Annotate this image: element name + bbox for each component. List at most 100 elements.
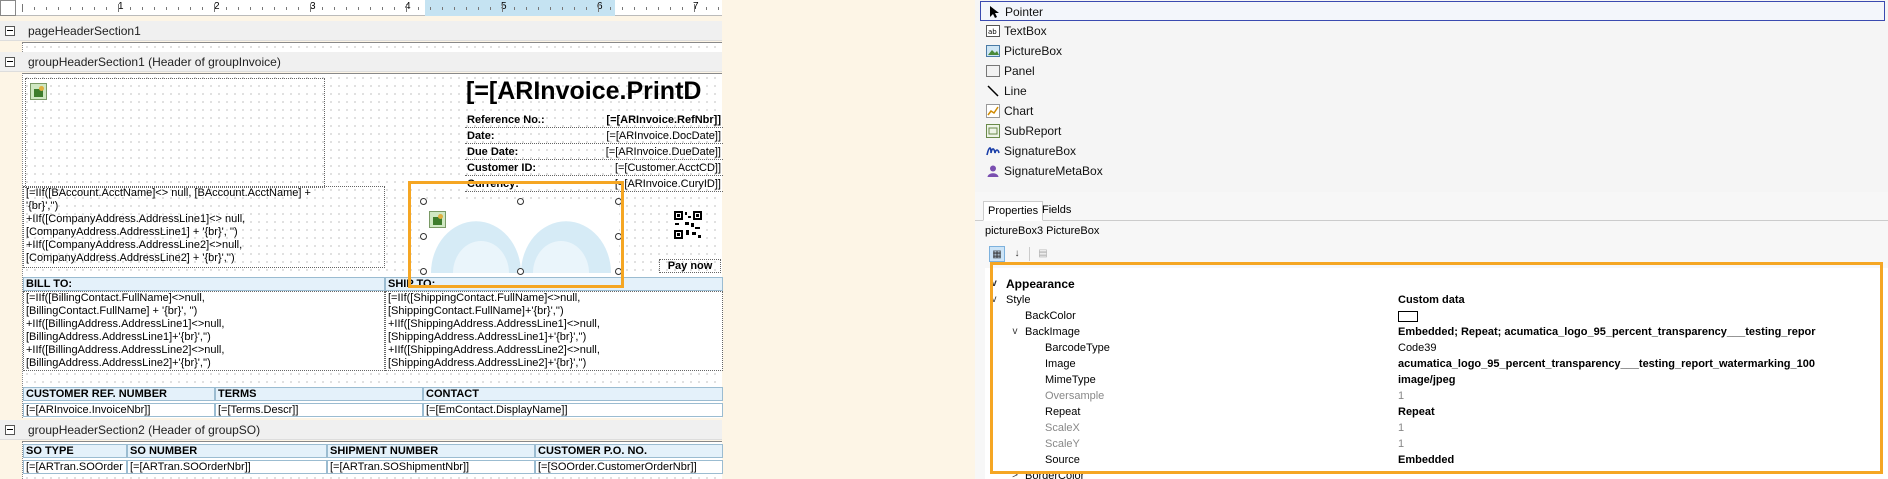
tool-label: Pointer	[1005, 5, 1044, 19]
collapse-chevron-icon[interactable]: v	[989, 276, 999, 292]
categorized-icon[interactable]: ▦	[989, 246, 1005, 262]
sort-alphabetical-icon[interactable]: ↓	[1009, 246, 1025, 262]
tab-properties[interactable]: Properties	[983, 201, 1044, 221]
info-value: [=[ARInvoice.DocDate]]	[606, 130, 721, 142]
resize-handle[interactable]	[420, 198, 427, 205]
property-row-source[interactable]: Source Embedded	[985, 452, 1888, 468]
ship-to-line: [=IIf([ShippingContact.FullName]<>null,	[388, 292, 581, 304]
property-row-barcodetype[interactable]: BarcodeType Code39	[985, 340, 1888, 356]
property-row-scaley[interactable]: ScaleY 1	[985, 436, 1888, 452]
info-row[interactable]: Date: [=[ARInvoice.DocDate]]	[465, 128, 723, 144]
pay-now-button[interactable]: Pay now	[659, 259, 721, 273]
tool-panel[interactable]: Panel	[980, 61, 1885, 81]
invoice-header-band[interactable]: [=[ARInvoice.PrintD Reference No.: [=[AR…	[22, 73, 723, 418]
property-row-backcolor[interactable]: BackColor	[985, 308, 1888, 324]
collapse-icon[interactable]	[5, 425, 15, 435]
ref-value-contact[interactable]: [=[EmContact.DisplayName]]	[423, 403, 723, 417]
collapse-chevron-icon[interactable]: v	[989, 292, 999, 308]
property-pages-icon[interactable]: ▤	[1035, 246, 1051, 262]
tool-signaturebox[interactable]: SignatureBox	[980, 141, 1885, 161]
page-header-band[interactable]	[22, 42, 722, 52]
property-value[interactable]: 1	[1398, 436, 1888, 452]
ruler-tick	[106, 7, 107, 10]
ruler-tick	[382, 7, 383, 10]
property-value[interactable]: Code39	[1398, 340, 1888, 356]
selected-object-label[interactable]: pictureBox3 PictureBox	[985, 225, 1099, 237]
so-value-po[interactable]: [=[SOOrder.CustomerOrderNbr]]	[535, 460, 723, 474]
resize-handle[interactable]	[420, 268, 427, 275]
line-icon	[987, 85, 999, 97]
resize-handle[interactable]	[517, 198, 524, 205]
resize-handle[interactable]	[615, 198, 622, 205]
company-address-field[interactable]: [=IIf([BAccount.AcctName]<> null, [BAcco…	[23, 186, 385, 268]
so-value-number[interactable]: [=[ARTran.SOOrderNbr]]	[127, 460, 327, 474]
tool-pointer[interactable]: Pointer	[980, 1, 1885, 21]
bill-to-line: +IIf([BillingAddress.AddressLine1]<>null…	[26, 318, 225, 330]
tool-signaturemetabox[interactable]: SignatureMetaBox	[980, 161, 1885, 181]
property-row-style[interactable]: v Style Custom data	[985, 292, 1888, 308]
section-header-invoice-group[interactable]: groupHeaderSection1 (Header of groupInvo…	[0, 52, 722, 72]
tool-line[interactable]: Line	[980, 81, 1885, 101]
picture-icon	[30, 83, 47, 100]
watermark-image	[431, 221, 611, 273]
property-value[interactable]: Embedded	[1398, 452, 1888, 468]
property-category-appearance[interactable]: v Appearance	[985, 276, 1888, 292]
property-value[interactable]: Embedded; Repeat; acumatica_logo_95_perc…	[1398, 324, 1888, 340]
info-label: Date:	[467, 130, 495, 142]
ref-value-terms[interactable]: [=[Terms.Descr]]	[215, 403, 423, 417]
tool-chart[interactable]: Chart	[980, 101, 1885, 121]
property-row-scalex[interactable]: ScaleX 1	[985, 420, 1888, 436]
collapse-icon[interactable]	[5, 57, 15, 67]
property-row-image[interactable]: Image acumatica_logo_95_percent_transpar…	[985, 356, 1888, 372]
property-row-mimetype[interactable]: MimeType image/jpeg	[985, 372, 1888, 388]
so-value-shipment[interactable]: [=[ARTran.SOShipmentNbr]]	[327, 460, 535, 474]
section-header-page[interactable]: pageHeaderSection1	[0, 21, 722, 41]
expand-chevron-icon[interactable]: >	[1010, 468, 1020, 479]
tool-subreport[interactable]: SubReport	[980, 121, 1885, 141]
property-value[interactable]: Repeat	[1398, 404, 1888, 420]
ref-value-customer-ref[interactable]: [=[ARInvoice.InvoiceNbr]]	[23, 403, 215, 417]
qr-code-icon[interactable]	[673, 210, 703, 240]
resize-handle[interactable]	[517, 268, 524, 275]
property-row-backimage[interactable]: v BackImage Embedded; Repeat; acumatica_…	[985, 324, 1888, 340]
bill-to-line: [BillingAddress.AddressLine2]+'{br}','')	[26, 357, 211, 369]
ruler-tick	[718, 7, 719, 10]
address-line: +IIf([CompanyAddress.AddressLine1]<> nul…	[26, 213, 246, 225]
tab-fields[interactable]: Fields	[1038, 201, 1075, 221]
info-row[interactable]: Currency: [=[ARInvoice.CuryID]]	[465, 176, 723, 192]
property-row-oversample[interactable]: Oversample 1	[985, 388, 1888, 404]
resize-handle[interactable]	[615, 233, 622, 240]
property-value[interactable]: acumatica_logo_95_percent_transparency__…	[1398, 356, 1888, 372]
property-name: Oversample	[1045, 390, 1105, 402]
property-value[interactable]: 1	[1398, 420, 1888, 436]
ruler-tick	[646, 7, 647, 10]
resize-handle[interactable]	[615, 268, 622, 275]
section-label: groupHeaderSection1 (Header of groupInvo…	[28, 55, 281, 69]
property-value[interactable]: Custom data	[1398, 292, 1888, 308]
tool-textbox[interactable]: ab TextBox	[980, 21, 1885, 41]
color-swatch[interactable]	[1398, 310, 1418, 322]
property-row-bordercolor[interactable]: > BorderColor	[985, 468, 1888, 479]
property-row-repeat[interactable]: Repeat Repeat	[985, 404, 1888, 420]
ruler-tick	[490, 7, 491, 10]
invoice-title-field[interactable]: [=[ARInvoice.PrintD	[466, 76, 728, 106]
info-row[interactable]: Due Date: [=[ARInvoice.DueDate]]	[465, 144, 723, 160]
section-header-so-group[interactable]: groupHeaderSection2 (Header of groupSO)	[0, 420, 722, 440]
resize-handle[interactable]	[420, 233, 427, 240]
so-value-type[interactable]: [=[ARTran.SOOrder	[23, 460, 127, 474]
ship-to-field[interactable]: [=IIf([ShippingContact.FullName]<>null, …	[385, 291, 723, 371]
info-row[interactable]: Reference No.: [=[ARInvoice.RefNbr]]	[465, 112, 723, 128]
property-value[interactable]	[1398, 308, 1888, 324]
collapse-icon[interactable]	[5, 26, 15, 36]
property-value[interactable]: image/jpeg	[1398, 372, 1888, 388]
signaturemetabox-icon	[987, 165, 999, 177]
so-header-band[interactable]: SO TYPE SO NUMBER SHIPMENT NUMBER CUSTOM…	[22, 441, 723, 479]
company-logo-picturebox[interactable]	[25, 78, 325, 188]
bill-to-field[interactable]: [=IIf([BillingContact.FullName]<>null, […	[23, 291, 385, 371]
info-row[interactable]: Customer ID: [=[Customer.AcctCD]]	[465, 160, 723, 176]
report-designer-canvas[interactable]: 1 2 3 4 5 6 7 pageHeaderSection1 groupHe…	[0, 0, 975, 479]
selected-picturebox[interactable]	[423, 201, 619, 273]
tool-picturebox[interactable]: PictureBox	[980, 41, 1885, 61]
property-value[interactable]: 1	[1398, 388, 1888, 404]
collapse-chevron-icon[interactable]: v	[1010, 324, 1020, 340]
